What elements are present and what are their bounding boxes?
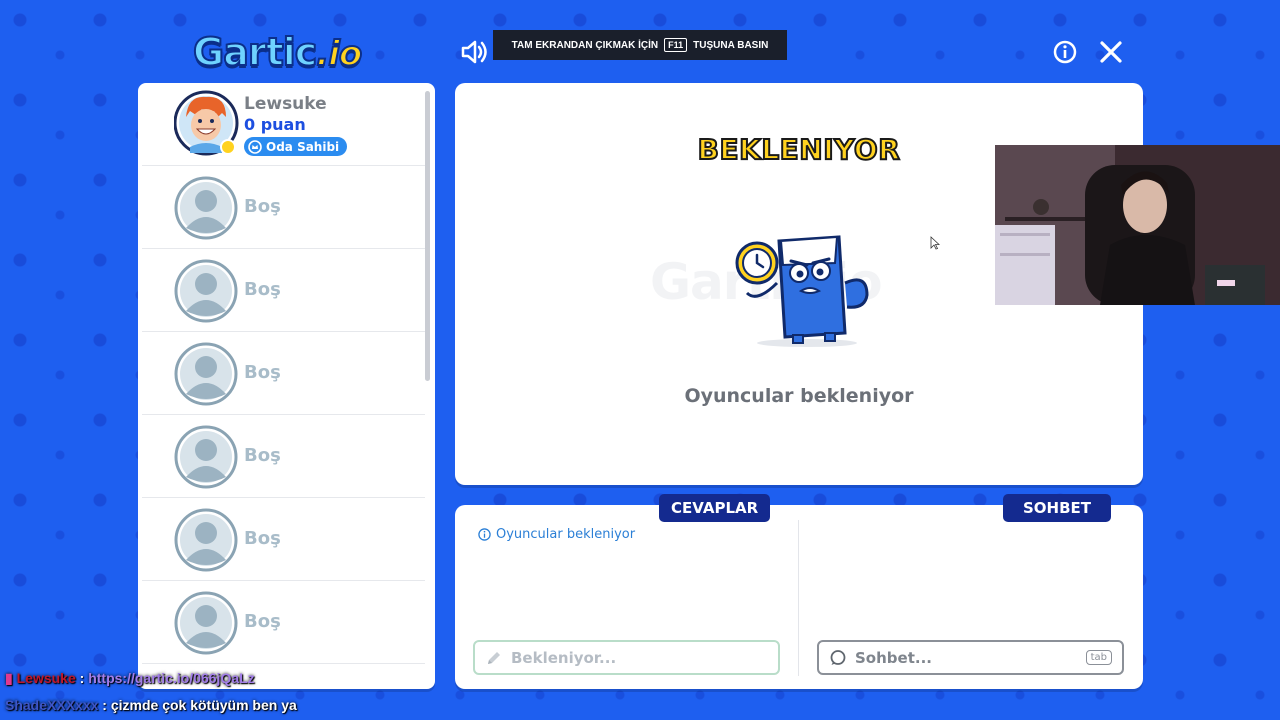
empty-slot-label: Boş <box>244 279 281 300</box>
player-row-empty[interactable]: Boş <box>142 415 425 498</box>
chat-input-placeholder: Sohbet... <box>855 648 932 667</box>
empty-slot-label: Boş <box>244 196 281 217</box>
player-list-scrollbar[interactable] <box>425 91 430 381</box>
panel-divider <box>798 520 799 676</box>
f11-key-label: F11 <box>664 38 688 52</box>
info-button[interactable] <box>1053 40 1077 64</box>
chat-input[interactable]: Sohbet... tab <box>817 640 1124 675</box>
empty-slot-label: Boş <box>244 362 281 383</box>
empty-slot-label: Boş <box>244 528 281 549</box>
player-row-empty[interactable]: Boş <box>142 498 425 581</box>
crown-icon <box>248 139 262 154</box>
answers-info-text: Oyuncular bekleniyor <box>496 527 636 542</box>
empty-avatar-icon <box>174 176 238 240</box>
player-row-empty[interactable]: Boş <box>142 581 425 664</box>
player-row-empty[interactable]: Boş <box>142 332 425 415</box>
player-points: 0 puan <box>244 115 306 134</box>
close-icon <box>1100 41 1122 63</box>
streamer-webcam <box>995 145 1280 305</box>
sound-toggle-button[interactable] <box>460 38 490 66</box>
empty-avatar-icon <box>174 508 238 572</box>
fullscreen-exit-banner: TAM EKRANDAN ÇIKMAK İÇİN F11 TUŞUNA BASI… <box>493 30 787 60</box>
empty-avatar-icon <box>174 425 238 489</box>
close-button[interactable] <box>1099 40 1123 64</box>
tab-chat[interactable]: SOHBET <box>1003 494 1111 522</box>
stream-chat-line: ▮ Lewsuke : https://gartic.io/066jQaLz <box>5 670 255 686</box>
gartic-logo: Gartic.io <box>192 29 363 75</box>
chat-bubble-icon <box>830 649 846 665</box>
stream-chat-line: ShadeXXXxxx : çizmde çok kötüyüm ben ya <box>5 697 297 713</box>
logo-text: Gartic <box>192 29 318 75</box>
status-subtitle: Oyuncular bekleniyor <box>684 385 914 407</box>
info-icon <box>1053 40 1077 64</box>
stream-chat-message: https://gartic.io/066jQaLz <box>88 670 255 686</box>
empty-slot-label: Boş <box>244 611 281 632</box>
player-row-empty[interactable]: Boş <box>142 249 425 332</box>
empty-avatar-icon <box>174 342 238 406</box>
empty-avatar-icon <box>174 259 238 323</box>
room-owner-badge: Oda Sahibi <box>244 137 348 156</box>
player-name: Lewsuke <box>244 94 327 114</box>
stream-chat-username: ShadeXXXxxx <box>5 697 99 713</box>
answers-info-message: Oyuncular bekleniyor <box>478 527 635 542</box>
waiting-mascot-icon <box>735 235 869 347</box>
empty-avatar-icon <box>174 591 238 655</box>
player-row-owner[interactable]: Lewsuke 0 puan Oda Sahibi <box>142 83 425 166</box>
room-owner-label: Oda Sahibi <box>266 139 340 154</box>
player-list: Lewsuke 0 puan Oda Sahibi Boş Boş Boş Bo… <box>138 83 435 689</box>
answer-input[interactable]: Bekleniyor... <box>473 640 780 675</box>
speaker-icon <box>461 40 487 64</box>
fullscreen-banner-text-after: TUŞUNA BASIN <box>693 39 769 51</box>
tab-answers[interactable]: CEVAPLAR <box>659 494 771 522</box>
pencil-icon <box>488 651 500 664</box>
fullscreen-banner-text-before: TAM EKRANDAN ÇIKMAK İÇİN <box>511 39 659 51</box>
stream-chat-separator: : <box>75 670 89 686</box>
empty-slot-label: Boş <box>244 445 281 466</box>
mouse-cursor-icon <box>930 236 940 250</box>
tab-shortcut-hint: tab <box>1085 650 1112 665</box>
stream-chat-username: Lewsuke <box>16 670 76 686</box>
stream-chat-message: çizmde çok kötüyüm ben ya <box>110 697 297 713</box>
player-row-empty[interactable]: Boş <box>142 166 425 249</box>
logo-suffix: .io <box>315 33 363 75</box>
answer-input-placeholder: Bekleniyor... <box>511 648 617 667</box>
player-avatar <box>174 90 239 156</box>
stream-chat-separator: : <box>98 697 111 713</box>
info-circle-icon <box>478 528 491 541</box>
webcam-scene <box>995 145 1280 305</box>
